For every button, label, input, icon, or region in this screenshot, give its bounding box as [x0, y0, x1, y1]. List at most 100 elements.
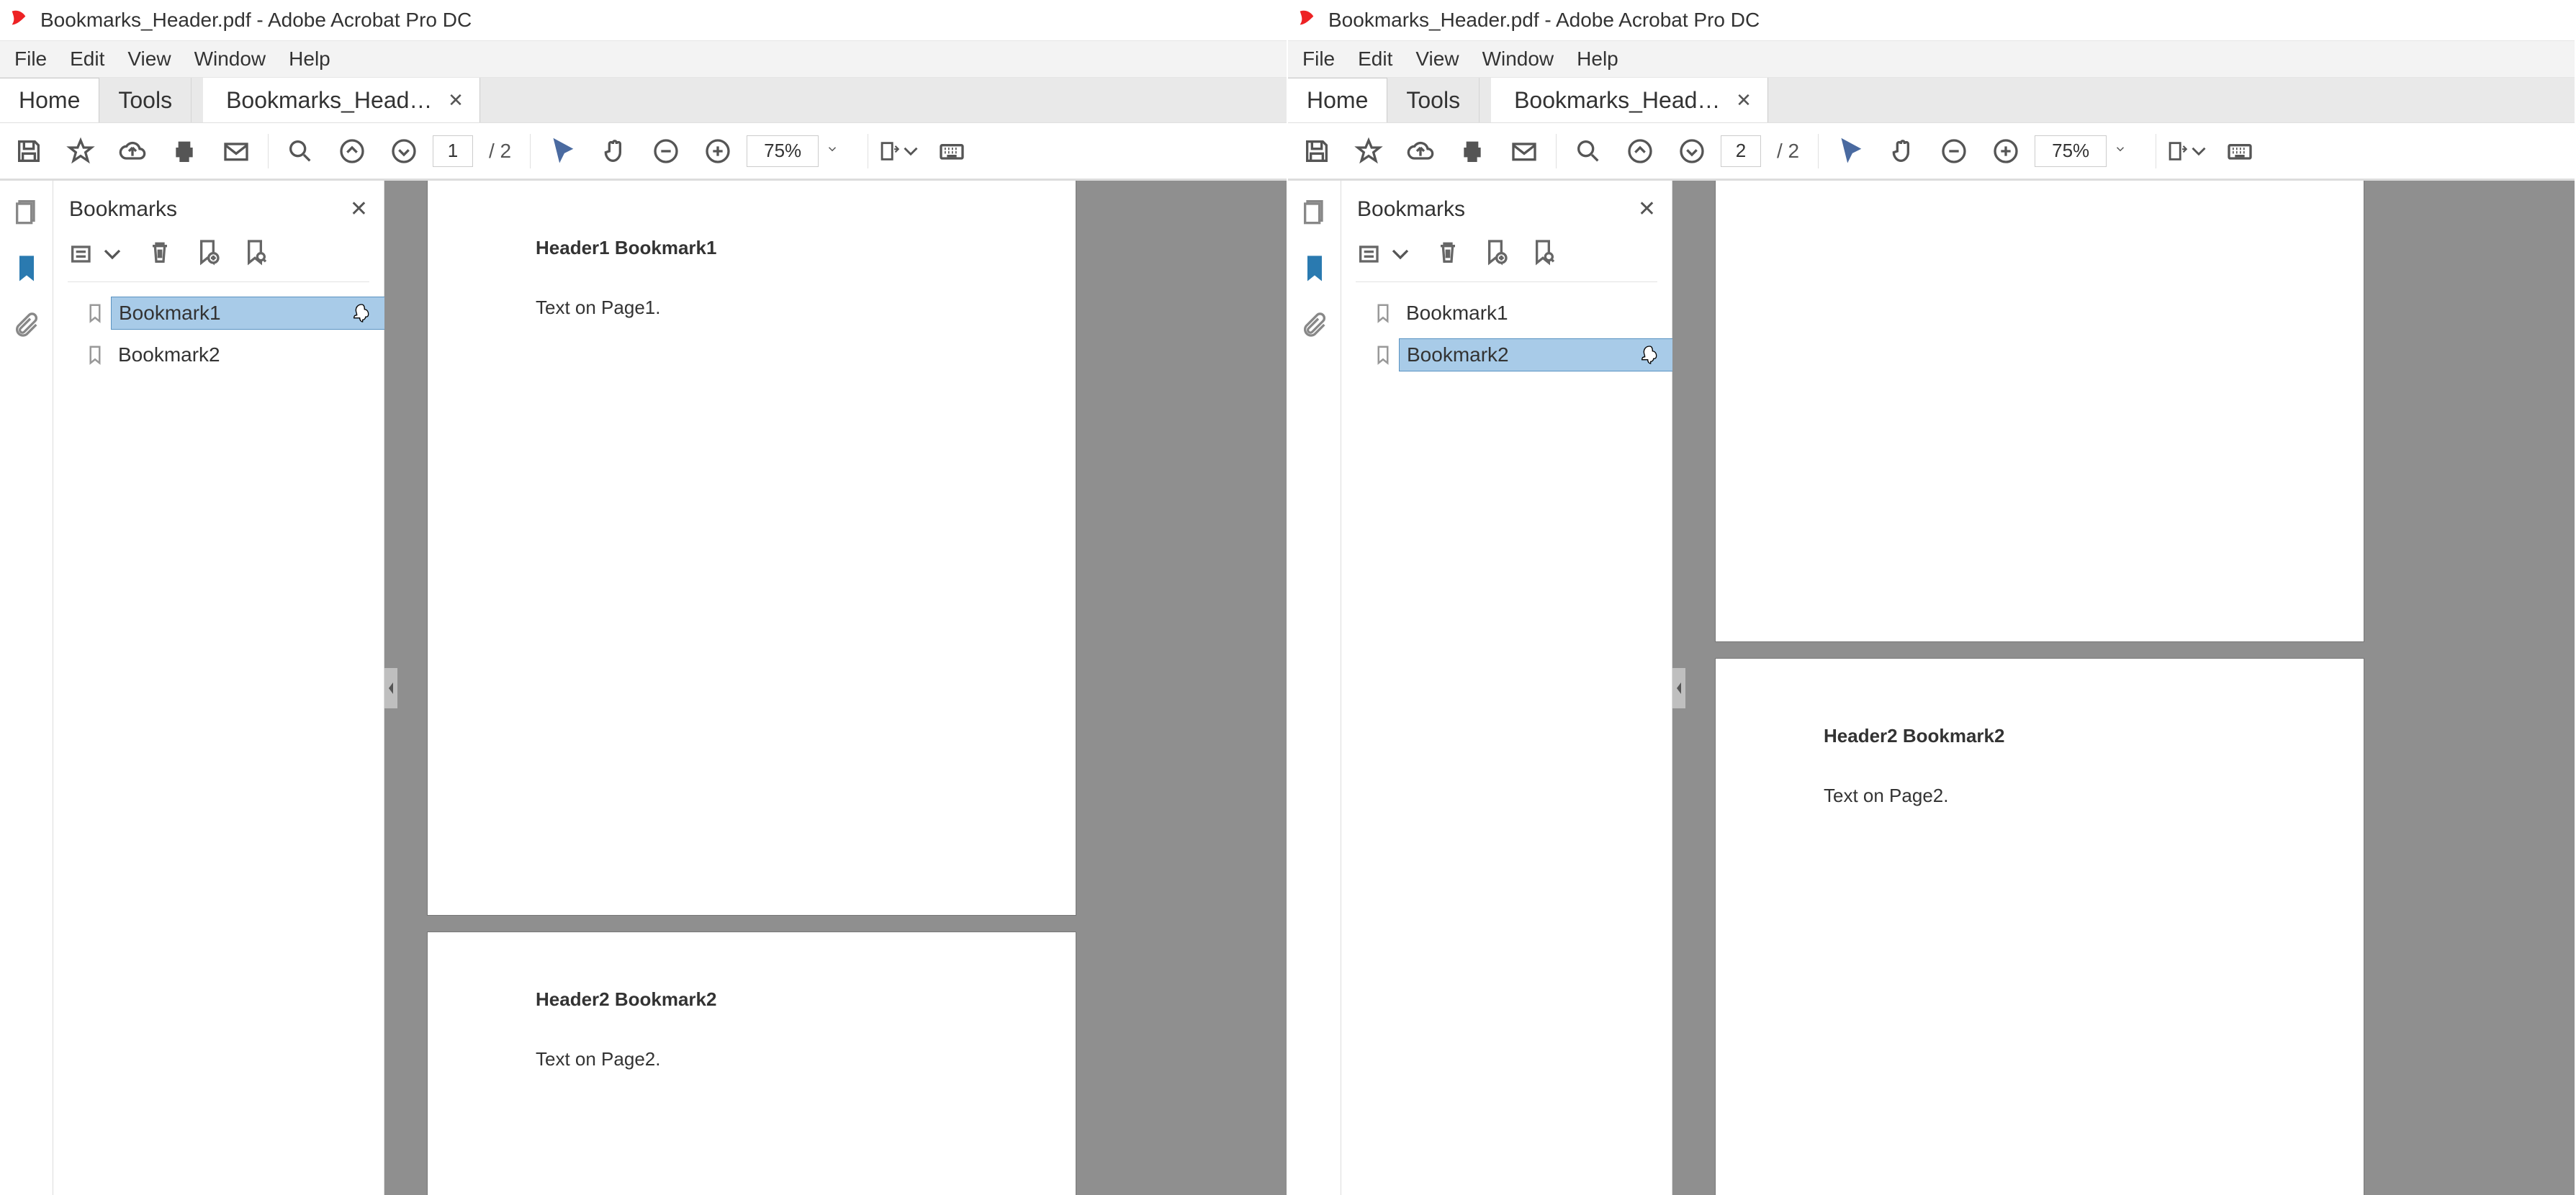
find-bookmark-icon[interactable] [240, 238, 269, 270]
menu-bar: File Edit View Window Help [1288, 40, 2575, 78]
mail-icon[interactable] [213, 128, 259, 174]
collapse-panel-icon[interactable] [384, 668, 397, 708]
attachments-icon[interactable] [1300, 310, 1329, 343]
hand-tool-icon[interactable] [591, 128, 637, 174]
menu-file[interactable]: File [3, 42, 58, 76]
new-bookmark-icon[interactable] [1481, 238, 1510, 270]
close-panel-icon[interactable]: ✕ [1638, 197, 1656, 222]
thumbnails-icon[interactable] [1300, 197, 1329, 229]
window-title: Bookmarks_Header.pdf - Adobe Acrobat Pro… [1328, 9, 1760, 32]
find-icon[interactable] [1565, 128, 1611, 174]
thumbnails-icon[interactable] [12, 197, 41, 229]
bookmark-item[interactable]: Bookmark1 [79, 292, 375, 334]
print-icon[interactable] [161, 128, 207, 174]
expand-options-icon[interactable] [68, 240, 127, 269]
tab-document-label: Bookmarks_Header.... [1514, 87, 1723, 114]
page-text: Text on Page2. [536, 1048, 968, 1070]
nav-column [0, 181, 53, 1195]
bookmarks-tab-icon[interactable] [1300, 253, 1329, 286]
zoom-out-icon[interactable] [1931, 128, 1977, 174]
chevron-down-icon[interactable] [826, 143, 839, 159]
page-down-icon[interactable] [1669, 128, 1715, 174]
tab-home[interactable]: Home [0, 78, 99, 122]
bookmarks-panel: Bookmarks ✕ Bookmark1 [1341, 181, 1672, 1195]
bookmark-item-icon [79, 343, 111, 367]
mail-icon[interactable] [1501, 128, 1547, 174]
print-icon[interactable] [1449, 128, 1495, 174]
page-header: Header1 Bookmark1 [536, 237, 968, 259]
chevron-down-icon[interactable] [2114, 143, 2127, 159]
bookmark-item[interactable]: Bookmark2 [79, 334, 375, 376]
close-tab-icon[interactable]: ✕ [448, 91, 464, 109]
bookmark-item-icon [1367, 343, 1399, 367]
menu-window[interactable]: Window [1471, 42, 1566, 76]
document-area[interactable]: Header2 Bookmark2 Text on Page2. [1672, 181, 2575, 1195]
menu-help[interactable]: Help [1565, 42, 1630, 76]
close-panel-icon[interactable]: ✕ [350, 197, 368, 222]
collapse-panel-icon[interactable] [1672, 668, 1685, 708]
zoom-in-icon[interactable] [695, 128, 741, 174]
tab-tools[interactable]: Tools [99, 78, 192, 122]
page-down-icon[interactable] [381, 128, 427, 174]
page-total: / 2 [1767, 140, 1809, 163]
close-tab-icon[interactable]: ✕ [1736, 91, 1752, 109]
toolbar: / 2 75% [1288, 122, 2575, 180]
toolbar-separator [268, 134, 269, 168]
page-up-icon[interactable] [329, 128, 375, 174]
menu-view[interactable]: View [1404, 42, 1470, 76]
menu-view[interactable]: View [116, 42, 182, 76]
menu-window[interactable]: Window [183, 42, 278, 76]
keyboard-icon[interactable] [929, 128, 975, 174]
expand-options-icon[interactable] [1356, 240, 1415, 269]
zoom-field[interactable]: 75% [747, 135, 819, 167]
menu-edit[interactable]: Edit [1346, 42, 1404, 76]
fit-width-icon[interactable] [877, 128, 923, 174]
bookmarks-tab-icon[interactable] [12, 253, 41, 286]
tab-document-label: Bookmarks_Header.... [226, 87, 435, 114]
bookmarks-panel: Bookmarks ✕ Bookmark1 [53, 181, 384, 1195]
save-icon[interactable] [1294, 128, 1340, 174]
star-icon[interactable] [58, 128, 104, 174]
find-icon[interactable] [277, 128, 323, 174]
page-up-icon[interactable] [1617, 128, 1663, 174]
arrow-cursor-icon[interactable] [539, 128, 585, 174]
zoom-in-icon[interactable] [1983, 128, 2029, 174]
page-number-input[interactable] [433, 135, 473, 167]
fit-width-icon[interactable] [2165, 128, 2211, 174]
page-text: Text on Page1. [536, 297, 968, 319]
page-number-input[interactable] [1721, 135, 1761, 167]
menu-file[interactable]: File [1291, 42, 1346, 76]
toolbar: / 2 75% [0, 122, 1287, 180]
zoom-out-icon[interactable] [643, 128, 689, 174]
tab-strip: Home Tools Bookmarks_Header.... ✕ [0, 78, 1287, 122]
delete-bookmark-icon[interactable] [145, 238, 174, 270]
left-window: Bookmarks_Header.pdf - Adobe Acrobat Pro… [0, 0, 1288, 1195]
bookmark-item[interactable]: Bookmark1 [1367, 292, 1663, 334]
acrobat-icon [9, 8, 40, 33]
new-bookmark-icon[interactable] [193, 238, 222, 270]
save-icon[interactable] [6, 128, 52, 174]
tab-document[interactable]: Bookmarks_Header.... ✕ [203, 78, 480, 122]
keyboard-icon[interactable] [2217, 128, 2263, 174]
hand-tool-icon[interactable] [1879, 128, 1925, 174]
cloud-upload-icon[interactable] [1397, 128, 1444, 174]
delete-bookmark-icon[interactable] [1433, 238, 1462, 270]
menu-help[interactable]: Help [277, 42, 342, 76]
bookmark-item[interactable]: Bookmark2 [1367, 334, 1663, 376]
zoom-field[interactable]: 75% [2035, 135, 2107, 167]
bookmark-label: Bookmark2 [111, 339, 375, 371]
arrow-cursor-icon[interactable] [1827, 128, 1873, 174]
find-bookmark-icon[interactable] [1528, 238, 1557, 270]
tab-tools[interactable]: Tools [1387, 78, 1480, 122]
menu-edit[interactable]: Edit [58, 42, 116, 76]
toolbar-separator [1556, 134, 1557, 168]
tab-document[interactable]: Bookmarks_Header.... ✕ [1491, 78, 1768, 122]
attachments-icon[interactable] [12, 310, 41, 343]
tab-strip: Home Tools Bookmarks_Header.... ✕ [1288, 78, 2575, 122]
document-area[interactable]: Header1 Bookmark1 Text on Page1. Header2… [384, 181, 1287, 1195]
tab-home[interactable]: Home [1288, 78, 1387, 122]
bookmark-item-icon [79, 301, 111, 325]
cloud-upload-icon[interactable] [109, 128, 156, 174]
star-icon[interactable] [1346, 128, 1392, 174]
panel-title: Bookmarks [1357, 197, 1465, 222]
